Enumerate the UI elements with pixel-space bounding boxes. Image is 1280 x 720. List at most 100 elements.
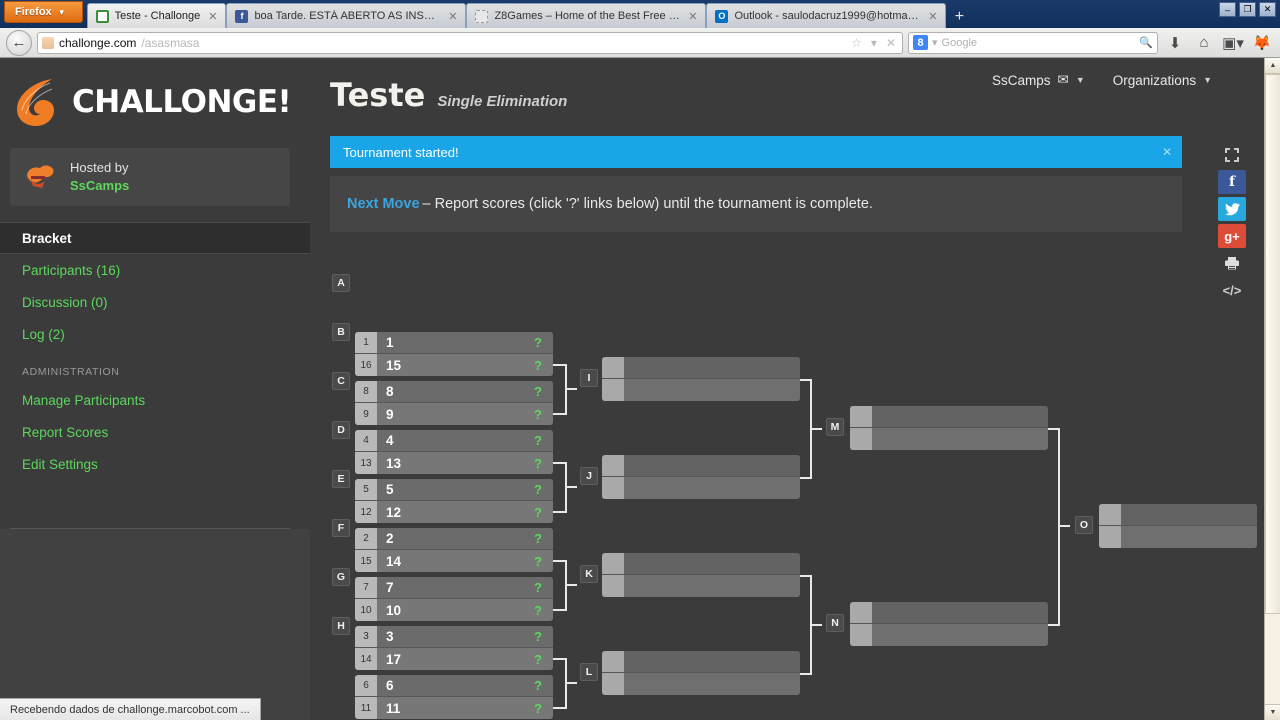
score-link[interactable]: ? [534, 456, 553, 471]
sidebar-item-participants[interactable]: Participants (16) [0, 254, 310, 286]
score-link[interactable]: ? [534, 554, 553, 569]
score-link[interactable]: ? [534, 335, 553, 350]
bracket-row[interactable] [602, 553, 800, 575]
bracket-row[interactable]: 5 5 ? [355, 479, 553, 501]
score-link[interactable]: ? [534, 678, 553, 693]
match-b[interactable]: 8 8 ? 9 9 ? [355, 381, 553, 425]
bracket-row[interactable]: 6 6 ? [355, 675, 553, 697]
score-link[interactable]: ? [534, 580, 553, 595]
addon-icon[interactable]: 🦊 [1250, 31, 1274, 55]
score-link[interactable]: ? [534, 358, 553, 373]
match-c[interactable]: 4 4 ? 13 13 ? [355, 430, 553, 474]
close-icon[interactable]: ✕ [206, 10, 219, 23]
match-j[interactable] [602, 455, 800, 499]
bracket-row[interactable] [1099, 504, 1257, 526]
sidebar-item-edit-settings[interactable]: Edit Settings [0, 448, 310, 480]
match-n[interactable] [850, 602, 1048, 646]
firefox-menu-button[interactable]: Firefox ▼ [4, 1, 83, 23]
sidebar-item-log[interactable]: Log (2) [0, 318, 310, 350]
browser-tab-0[interactable]: Teste - Challonge ✕ [86, 3, 227, 28]
search-icon[interactable]: 🔍 [1139, 36, 1153, 49]
close-icon[interactable]: ✕ [1162, 145, 1172, 159]
browser-tab-2[interactable]: Z8Games – Home of the Best Free MMO ... … [466, 3, 707, 28]
bracket-row[interactable] [602, 357, 800, 379]
sidebar-item-discussion[interactable]: Discussion (0) [0, 286, 310, 318]
browser-tab-3[interactable]: O Outlook - saulodacruz1999@hotmail.com … [706, 3, 947, 28]
match-i[interactable] [602, 357, 800, 401]
bracket-row[interactable]: 16 15 ? [355, 354, 553, 376]
score-link[interactable]: ? [534, 505, 553, 520]
bracket-row[interactable]: 2 2 ? [355, 528, 553, 550]
match-m[interactable] [850, 406, 1048, 450]
match-k[interactable] [602, 553, 800, 597]
twitter-icon[interactable] [1218, 197, 1246, 221]
score-link[interactable]: ? [534, 531, 553, 546]
match-l[interactable] [602, 651, 800, 695]
minimize-button[interactable]: – [1219, 2, 1236, 17]
bracket-row[interactable] [850, 624, 1048, 646]
bracket-row[interactable]: 1 1 ? [355, 332, 553, 354]
search-bar[interactable]: 8 ▾ Google 🔍 [908, 31, 1158, 54]
bracket-row[interactable]: 9 9 ? [355, 403, 553, 425]
close-window-button[interactable]: ✕ [1259, 2, 1276, 17]
bracket-row[interactable] [602, 455, 800, 477]
match-g[interactable]: 3 3 ? 14 17 ? [355, 626, 553, 670]
match-f[interactable]: 7 7 ? 10 10 ? [355, 577, 553, 621]
search-input[interactable]: Google [942, 37, 977, 49]
score-link[interactable]: ? [534, 384, 553, 399]
bracket-row[interactable]: 12 12 ? [355, 501, 553, 523]
scrollbar-thumb[interactable] [1265, 74, 1280, 614]
close-icon[interactable]: ✕ [686, 10, 699, 23]
downloads-icon[interactable]: ⬇ [1163, 31, 1187, 55]
bracket-row[interactable] [602, 477, 800, 499]
facebook-icon[interactable]: f [1218, 170, 1246, 194]
score-link[interactable]: ? [534, 433, 553, 448]
chevron-down-icon[interactable]: ▾ [869, 36, 879, 50]
browser-tab-1[interactable]: f boa Tarde. ESTÁ ABERTO AS INSCRIÇÕ... … [226, 3, 467, 28]
challonge-logo[interactable]: CHALLONGE! [0, 58, 310, 138]
score-link[interactable]: ? [534, 407, 553, 422]
bracket-row[interactable] [850, 428, 1048, 450]
user-menu[interactable]: SsCamps ✉ ▼ [992, 72, 1085, 88]
organizations-menu[interactable]: Organizations ▼ [1113, 73, 1212, 88]
new-tab-button[interactable]: + [946, 6, 972, 28]
bracket-row[interactable]: 7 7 ? [355, 577, 553, 599]
bracket-row[interactable]: 14 17 ? [355, 648, 553, 670]
google-plus-icon[interactable]: g+ [1218, 224, 1246, 248]
bracket-row[interactable] [1099, 526, 1257, 548]
bracket-row[interactable] [602, 575, 800, 597]
score-link[interactable]: ? [534, 603, 553, 618]
bracket-row[interactable]: 11 11 ? [355, 697, 553, 719]
bookmarks-icon[interactable]: ▣▾ [1221, 31, 1245, 55]
bracket-row[interactable]: 8 8 ? [355, 381, 553, 403]
sidebar-item-bracket[interactable]: Bracket [0, 222, 310, 254]
match-h[interactable]: 6 6 ? 11 11 ? [355, 675, 553, 719]
bracket-row[interactable] [850, 602, 1048, 624]
host-card[interactable]: Hosted by SsCamps [10, 148, 290, 206]
bracket-row[interactable]: 15 14 ? [355, 550, 553, 572]
home-icon[interactable]: ⌂ [1192, 31, 1216, 55]
close-icon[interactable]: ✕ [926, 10, 939, 23]
score-link[interactable]: ? [534, 652, 553, 667]
close-icon[interactable]: ✕ [446, 10, 459, 23]
bracket-row[interactable] [602, 379, 800, 401]
vertical-scrollbar[interactable]: ▲ ▼ [1264, 58, 1280, 720]
address-bar[interactable]: challonge.com /asasmasa ☆ ▾ ✕ [37, 31, 903, 54]
score-link[interactable]: ? [534, 482, 553, 497]
stop-icon[interactable]: ✕ [884, 36, 898, 50]
match-d[interactable]: 5 5 ? 12 12 ? [355, 479, 553, 523]
bookmark-star-icon[interactable]: ☆ [849, 36, 864, 50]
bracket-row[interactable]: 13 13 ? [355, 452, 553, 474]
match-e[interactable]: 2 2 ? 15 14 ? [355, 528, 553, 572]
bracket-row[interactable] [850, 406, 1048, 428]
score-link[interactable]: ? [534, 701, 553, 716]
score-link[interactable]: ? [534, 629, 553, 644]
match-a[interactable]: 1 1 ? 16 15 ? [355, 332, 553, 376]
sidebar-item-manage-participants[interactable]: Manage Participants [0, 384, 310, 416]
bracket-row[interactable]: 10 10 ? [355, 599, 553, 621]
bracket-row[interactable]: 3 3 ? [355, 626, 553, 648]
sidebar-item-report-scores[interactable]: Report Scores [0, 416, 310, 448]
bracket-row[interactable]: 4 4 ? [355, 430, 553, 452]
scroll-up-icon[interactable]: ▲ [1265, 58, 1280, 74]
back-button[interactable]: ← [6, 29, 32, 56]
